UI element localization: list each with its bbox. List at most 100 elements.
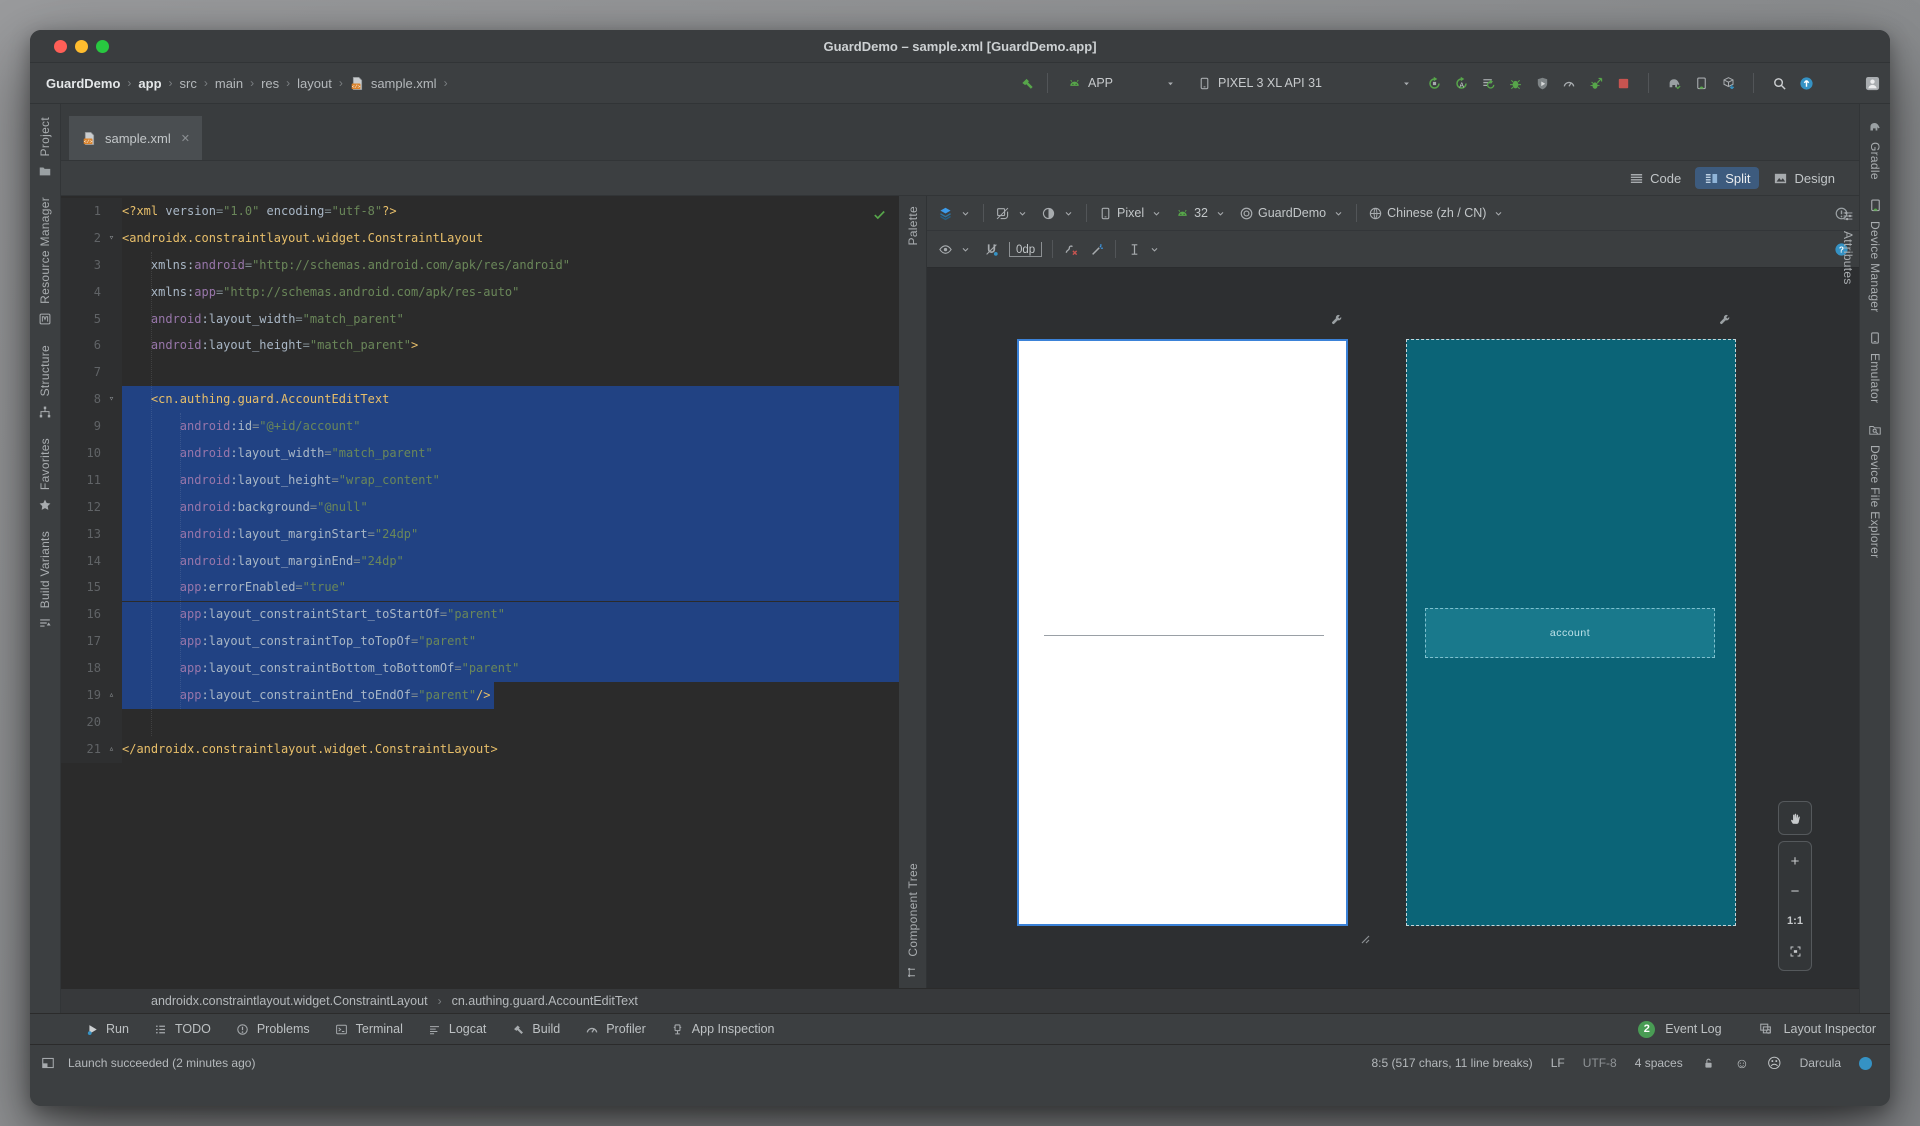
avatar[interactable] [1864,75,1880,91]
file-encoding[interactable]: UTF-8 [1583,1056,1617,1070]
api-level-select[interactable]: 32 [1174,205,1228,221]
tool-todo[interactable]: TODO [153,1021,211,1037]
breadcrumb-item[interactable]: layout [297,76,332,91]
smile-icon[interactable]: ☺ [1735,1055,1749,1071]
tab-component-tree[interactable]: Component Tree [906,863,920,957]
tool-build[interactable]: Build [510,1021,560,1037]
view-options[interactable] [937,241,973,257]
code-line[interactable]: 17 app:layout_constraintTop_toTopOf="par… [61,628,899,655]
code-line[interactable]: 14 android:layout_marginEnd="24dp" [61,548,899,575]
code-line[interactable]: 13 android:layout_marginStart="24dp" [61,521,899,548]
tool-terminal[interactable]: Terminal [334,1021,403,1037]
code-line[interactable]: 10 android:layout_width="match_parent" [61,440,899,467]
wrench-icon[interactable] [1717,312,1733,328]
infer-constraints-icon[interactable] [1089,241,1105,257]
update-icon[interactable] [1798,75,1814,91]
breadcrumb-item[interactable]: src [180,76,197,91]
night-mode-select[interactable] [1040,205,1076,221]
zoom-in-button[interactable]: + [1779,846,1811,876]
orientation-select[interactable] [994,205,1030,221]
stop-icon[interactable] [1615,75,1631,91]
tab-sample-xml[interactable]: </> sample.xml ✕ [69,116,202,160]
zoom-reset-button[interactable]: 1:1 [1779,906,1811,936]
locale-select[interactable]: Chinese (zh / CN) [1367,205,1506,221]
fold-marker[interactable]: ▿ [101,386,122,413]
fold-marker[interactable]: ▵ [101,682,122,709]
indent-setting[interactable]: 4 spaces [1635,1056,1683,1070]
close-tab-icon[interactable]: ✕ [181,132,190,145]
theme-name[interactable]: Darcula [1800,1056,1841,1070]
sidebar-item-resource-manager[interactable]: Resource Manager [37,197,53,327]
tool-logcat[interactable]: Logcat [427,1021,487,1037]
device-select[interactable]: PIXEL 3 XL API 31 [1190,72,1420,94]
default-margin-control[interactable]: 0dp [1009,242,1042,257]
code-line[interactable]: 20 [61,709,899,736]
design-preview[interactable] [1017,339,1348,926]
clear-constraints-icon[interactable] [1063,241,1079,257]
code-editor[interactable]: 1<?xml version="1.0" encoding="utf-8"?>2… [61,196,899,988]
sidebar-item-emulator[interactable]: Emulator [1867,330,1883,403]
tool-problems[interactable]: Problems [235,1021,310,1037]
apply-changes-icon[interactable]: A [1453,75,1469,91]
view-mode-split[interactable]: Split [1695,167,1758,189]
sidebar-item-device-file-explorer[interactable]: Device File Explorer [1867,422,1883,558]
zoom-out-button[interactable]: − [1779,876,1811,906]
breadcrumb-item[interactable]: app [138,76,161,91]
blueprint-preview[interactable]: account [1406,339,1736,926]
tool-layout-inspector[interactable]: Layout Inspector [1784,1022,1876,1036]
accountedittext-widget[interactable]: account [1425,608,1715,658]
code-line[interactable]: 3 xmlns:android="http://schemas.android.… [61,252,899,279]
inspection-ok-icon[interactable] [871,206,887,222]
sdk-manager-icon[interactable] [1720,75,1736,91]
attach-debugger-icon[interactable] [1588,75,1604,91]
sidebar-item-structure[interactable]: Structure [37,345,53,419]
sidebar-item-project[interactable]: Project [37,117,53,179]
caret-position[interactable]: 8:5 (517 chars, 11 line breaks) [1371,1056,1532,1070]
run-config-select[interactable]: APP [1060,72,1184,94]
tool-event-log[interactable]: Event Log [1665,1022,1721,1036]
device-size-select[interactable]: Pixel [1097,205,1164,221]
minimize-button[interactable] [75,40,88,53]
code-line[interactable]: 21▵</androidx.constraintlayout.widget.Co… [61,736,899,763]
surface-select[interactable] [937,205,973,221]
code-line[interactable]: 12 android:background="@null" [61,494,899,521]
tool-window-toggle-icon[interactable] [40,1055,56,1071]
sync-project-icon[interactable] [1666,75,1682,91]
frown-icon[interactable]: ☹ [1767,1055,1782,1072]
sidebar-item-device-manager[interactable]: Device Manager [1867,198,1883,313]
lock-icon[interactable] [1701,1055,1717,1071]
zoom-fit-button[interactable] [1779,936,1811,966]
code-line[interactable]: 2▿<androidx.constraintlayout.widget.Cons… [61,225,899,252]
design-canvas[interactable]: account + − 1:1 [927,268,1859,988]
autoconnect-off-icon[interactable] [983,241,999,257]
pack-select[interactable] [1126,241,1162,257]
sidebar-item-favorites[interactable]: Favorites [37,438,53,513]
tab-palette[interactable]: Palette [906,206,920,245]
view-mode-design[interactable]: Design [1765,167,1843,189]
code-line[interactable]: 9 android:id="@+id/account" [61,413,899,440]
view-mode-code[interactable]: Code [1620,167,1689,189]
sidebar-item-gradle[interactable]: Gradle [1867,119,1883,180]
build-hammer-icon[interactable] [1019,75,1035,91]
breadcrumb-item[interactable]: res [261,76,279,91]
code-line[interactable]: 1<?xml version="1.0" encoding="utf-8"?> [61,198,899,225]
fold-marker[interactable]: ▿ [101,225,122,252]
code-line[interactable]: 7 [61,359,899,386]
search-everywhere-icon[interactable] [1771,75,1787,91]
fold-marker[interactable]: ▵ [101,736,122,763]
code-line[interactable]: 18 app:layout_constraintBottom_toBottomO… [61,655,899,682]
debug-icon[interactable] [1507,75,1523,91]
code-line[interactable]: 6 android:layout_height="match_parent"> [61,332,899,359]
code-line[interactable]: 16 app:layout_constraintStart_toStartOf=… [61,601,899,628]
resize-handle[interactable] [1354,928,1370,944]
apply-code-changes-icon[interactable] [1480,75,1496,91]
element-breadcrumb-item[interactable]: cn.authing.guard.AccountEditText [452,994,638,1008]
sidebar-item-build-variants[interactable]: Build Variants [37,531,53,631]
close-button[interactable] [54,40,67,53]
titlebar[interactable]: GuardDemo – sample.xml [GuardDemo.app] [30,30,1890,63]
rerun-icon[interactable] [1426,75,1442,91]
code-line[interactable]: 19▵ app:layout_constraintEnd_toEndOf="pa… [61,682,899,709]
line-ending[interactable]: LF [1551,1056,1565,1070]
theme-select[interactable]: GuardDemo [1238,205,1346,221]
profile-icon[interactable] [1561,75,1577,91]
